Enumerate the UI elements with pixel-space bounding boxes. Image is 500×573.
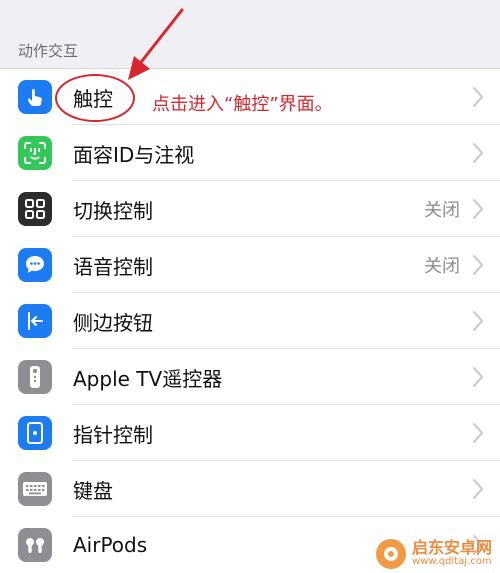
switch-control-icon xyxy=(18,192,52,226)
chevron-right-icon xyxy=(473,255,483,275)
row-apple-tv-remote[interactable]: Apple TV遥控器 xyxy=(0,349,500,405)
row-label-side-button: 侧边按钮 xyxy=(73,310,153,335)
row-label-pointer-control: 指针控制 xyxy=(73,422,153,447)
row-label-keyboard: 键盘 xyxy=(73,478,113,503)
face-id-icon xyxy=(18,136,52,170)
annotation-text: 点击进入“触控”界面。 xyxy=(152,94,333,115)
chevron-right-icon xyxy=(473,87,483,107)
row-keyboard[interactable]: 键盘 xyxy=(0,461,500,517)
voice-control-icon xyxy=(18,248,52,282)
chevron-right-icon xyxy=(473,311,483,331)
pointer-control-icon xyxy=(18,416,52,450)
side-button-icon xyxy=(18,304,52,338)
row-voice-control[interactable]: 语音控制 关闭 xyxy=(0,237,500,293)
row-face-id[interactable]: 面容ID与注视 xyxy=(0,125,500,181)
chevron-right-icon xyxy=(473,143,483,163)
watermark-title: 启东安卓网 xyxy=(411,538,492,558)
row-label-switch-control: 切换控制 xyxy=(73,198,153,223)
row-value-voice-control: 关闭 xyxy=(424,256,460,277)
chevron-right-icon xyxy=(473,367,483,387)
annotation-arrow-icon xyxy=(128,8,184,80)
row-side-button[interactable]: 侧边按钮 xyxy=(0,293,500,349)
row-label-apple-tv-remote: Apple TV遥控器 xyxy=(73,366,223,391)
airpods-icon xyxy=(18,528,52,562)
row-switch-control[interactable]: 切换控制 关闭 xyxy=(0,181,500,237)
row-label-voice-control: 语音控制 xyxy=(73,254,153,279)
watermark-logo-icon xyxy=(375,539,406,569)
settings-list: 触控 面容ID与注视 切换控制 关闭 语音控制 关闭 侧边按钮 Apple TV… xyxy=(0,68,500,573)
row-label-airpods: AirPods xyxy=(73,533,148,557)
tv-remote-icon xyxy=(18,360,52,394)
hand-touch-icon xyxy=(18,80,52,114)
row-value-switch-control: 关闭 xyxy=(424,200,460,221)
chevron-right-icon xyxy=(473,479,483,499)
watermark: 启东安卓网 www.qdltaj.com xyxy=(375,538,492,569)
watermark-url: www.qdltaj.com xyxy=(411,556,492,568)
row-label-face-id: 面容ID与注视 xyxy=(73,142,195,167)
chevron-right-icon xyxy=(473,423,483,443)
chevron-right-icon xyxy=(473,199,483,219)
section-header: 动作交互 xyxy=(18,42,79,60)
row-pointer-control[interactable]: 指针控制 xyxy=(0,405,500,461)
keyboard-icon xyxy=(18,472,52,506)
